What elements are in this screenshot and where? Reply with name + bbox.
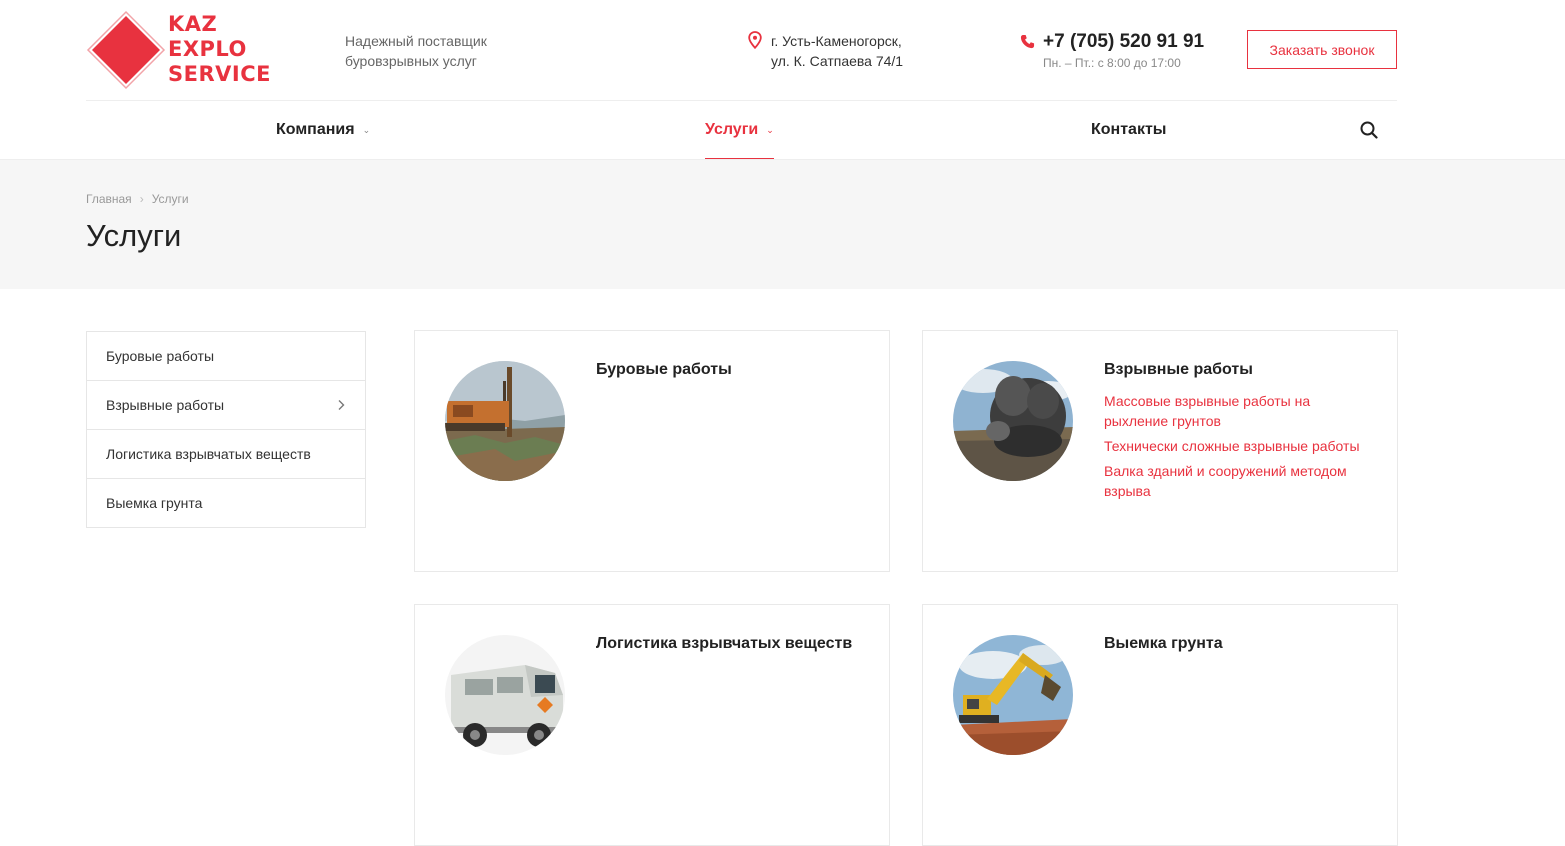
breadcrumb-separator-icon: › (139, 192, 144, 206)
logo[interactable]: KAZ EXPLO SERVICE (86, 10, 286, 92)
address-line-1: г. Усть-Каменогорск, (771, 33, 902, 49)
main-nav: Компания ⌄ Услуги ⌄ Контакты (86, 100, 1397, 160)
sidebar-item-excavation[interactable]: Выемка грунта (87, 479, 365, 527)
sidebar-item-label: Логистика взрывчатых веществ (106, 446, 311, 462)
phone-number[interactable]: +7 (705) 520 91 91 (1043, 31, 1204, 53)
sublink-demolition[interactable]: Валка зданий и сооружений методом взрыва (1104, 461, 1364, 501)
logo-text: KAZ EXPLO SERVICE (168, 12, 271, 87)
chevron-right-icon (338, 400, 345, 410)
nav-item-label: Контакты (1091, 121, 1167, 138)
nav-item-company[interactable]: Компания ⌄ (276, 101, 370, 159)
logo-line-2: EXPLO (168, 37, 247, 61)
sublink-complex-blasting[interactable]: Технически сложные взрывные работы (1104, 436, 1364, 456)
explosion-photo[interactable] (953, 361, 1073, 481)
sublink-mass-blasting[interactable]: Массовые взрывные работы на рыхление гру… (1104, 391, 1364, 431)
sidebar-menu: Буровые работы Взрывные работы Логистика… (86, 331, 366, 528)
breadcrumb-home-link[interactable]: Главная (86, 192, 132, 206)
order-callback-button[interactable]: Заказать звонок (1247, 30, 1397, 69)
map-pin-icon (748, 31, 762, 49)
search-icon[interactable] (1360, 121, 1378, 139)
nav-item-services[interactable]: Услуги ⌄ (705, 101, 774, 160)
logo-line-1: KAZ (168, 12, 218, 36)
service-card-blasting: Взрывные работы Массовые взрывные работы… (922, 330, 1398, 572)
service-title[interactable]: Выемка грунта (1104, 635, 1223, 653)
service-sublinks: Массовые взрывные работы на рыхление гру… (1104, 391, 1364, 506)
breadcrumb: Главная › Услуги (86, 192, 189, 206)
phone-icon (1020, 34, 1035, 49)
sidebar-item-label: Выемка грунта (106, 495, 203, 511)
logo-line-3: SERVICE (168, 62, 271, 86)
service-card-logistics: Логистика взрывчатых веществ (414, 604, 890, 846)
tagline: Надежный поставщик буровзрывных услуг (345, 33, 487, 69)
phone-block: +7 (705) 520 91 91 Пн. – Пт.: с 8:00 до … (1020, 31, 1204, 70)
excavator-photo[interactable] (953, 635, 1073, 755)
sidebar-item-label: Буровые работы (106, 348, 215, 364)
service-card-drilling: Буровые работы (414, 330, 890, 572)
chevron-down-icon: ⌄ (766, 124, 774, 135)
logo-diamond-icon (86, 10, 166, 90)
work-hours: Пн. – Пт.: с 8:00 до 17:00 (1043, 56, 1181, 70)
page-title: Услуги (86, 218, 182, 253)
nav-item-label: Услуги (705, 121, 759, 138)
sidebar-item-label: Взрывные работы (106, 397, 225, 413)
nav-item-label: Компания (276, 121, 355, 138)
service-title[interactable]: Буровые работы (596, 361, 732, 379)
service-title[interactable]: Логистика взрывчатых веществ (596, 635, 852, 653)
address-block: г. Усть-Каменогорск, ул. К. Сатпаева 74/… (748, 31, 903, 71)
sidebar-item-blasting[interactable]: Взрывные работы (87, 381, 365, 430)
breadcrumb-current: Услуги (151, 192, 189, 206)
page-title-band: Главная › Услуги Услуги (0, 160, 1565, 289)
service-card-excavation: Выемка грунта (922, 604, 1398, 846)
nav-item-contacts[interactable]: Контакты (1091, 101, 1166, 159)
service-title[interactable]: Взрывные работы (1104, 361, 1253, 379)
transport-van-photo[interactable] (445, 635, 565, 755)
address-line-2: ул. К. Сатпаева 74/1 (771, 53, 904, 69)
sidebar-item-drilling[interactable]: Буровые работы (87, 332, 365, 381)
sidebar-item-logistics[interactable]: Логистика взрывчатых веществ (87, 430, 365, 479)
chevron-down-icon: ⌄ (362, 124, 371, 135)
drilling-rig-photo[interactable] (445, 361, 565, 481)
site-header: KAZ EXPLO SERVICE Надежный поставщик бур… (0, 0, 1565, 100)
